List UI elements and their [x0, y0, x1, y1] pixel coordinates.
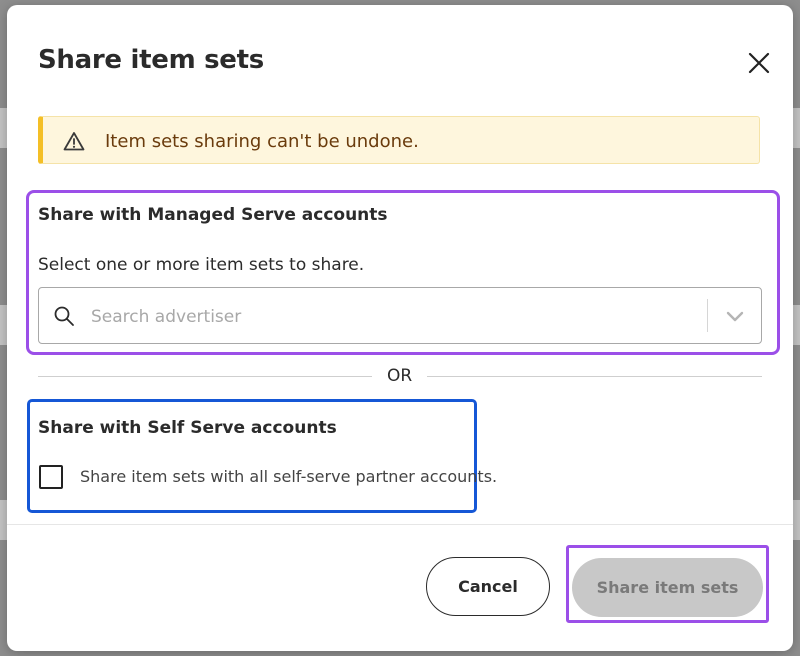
share-item-sets-button[interactable]: Share item sets [572, 558, 763, 617]
search-advertiser-input[interactable] [89, 298, 693, 336]
or-divider-left [38, 376, 372, 377]
share-all-self-serve-label[interactable]: Share item sets with all self-serve part… [80, 467, 497, 486]
close-icon[interactable] [747, 51, 771, 75]
advertiser-search-select[interactable] [38, 287, 762, 344]
self-serve-title: Share with Self Serve accounts [38, 418, 337, 438]
dialog-title: Share item sets [38, 45, 264, 75]
share-all-self-serve-checkbox[interactable] [39, 465, 63, 489]
footer-divider [7, 524, 793, 525]
cancel-button[interactable]: Cancel [426, 557, 550, 616]
chevron-down-icon[interactable] [725, 308, 745, 324]
search-icon [54, 306, 74, 326]
self-serve-section-highlight [27, 399, 477, 513]
managed-serve-description: Select one or more item sets to share. [38, 255, 365, 275]
share-item-sets-dialog: Share item sets Item sets sharing can't … [7, 5, 793, 651]
or-separator: OR [387, 366, 413, 386]
warning-text: Item sets sharing can't be undone. [105, 131, 419, 152]
or-divider-right [427, 376, 762, 377]
warning-banner: Item sets sharing can't be undone. [38, 116, 760, 164]
warning-icon [63, 132, 85, 151]
managed-serve-title: Share with Managed Serve accounts [38, 205, 388, 225]
select-divider [707, 299, 708, 332]
